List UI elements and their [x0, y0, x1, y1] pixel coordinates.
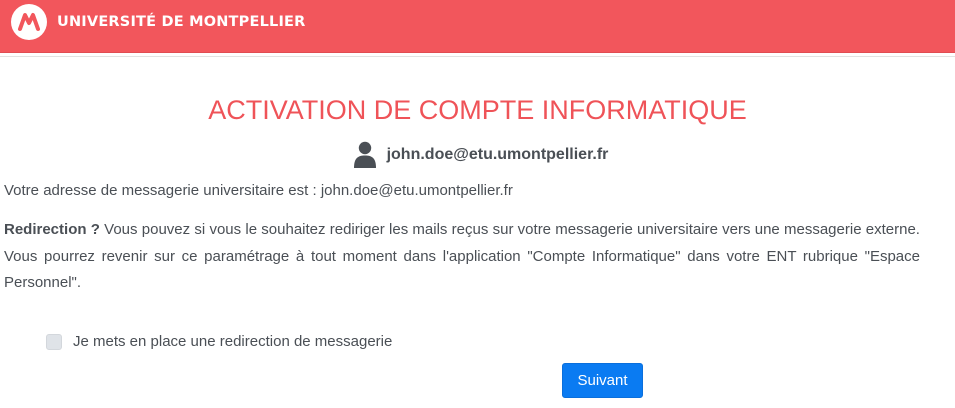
site-header: UNIVERSITÉ DE MONTPELLIER	[0, 0, 955, 53]
redirection-text: Vous pouvez si vous le souhaitez redirig…	[4, 221, 920, 291]
user-identity: john.doe@etu.umontpellier.fr	[0, 141, 955, 168]
redirection-description: Redirection ? Vous pouvez si vous le sou…	[4, 217, 920, 297]
redirection-checkbox-label[interactable]: Je mets en place une redirection de mess…	[73, 332, 392, 352]
redirection-lead: Redirection ?	[4, 221, 100, 238]
university-logo[interactable]: UNIVERSITÉ DE MONTPELLIER	[11, 4, 306, 40]
header-divider	[0, 56, 955, 57]
user-email: john.doe@etu.umontpellier.fr	[386, 145, 609, 163]
mail-address-info: Votre adresse de messagerie universitair…	[4, 182, 513, 199]
page-title: ACTIVATION DE COMPTE INFORMATIQUE	[208, 95, 747, 125]
next-button[interactable]: Suivant	[562, 363, 643, 398]
university-logo-icon	[11, 4, 47, 40]
university-name: UNIVERSITÉ DE MONTPELLIER	[57, 14, 306, 30]
redirection-option[interactable]: Je mets en place une redirection de mess…	[46, 332, 392, 352]
user-icon	[353, 141, 377, 168]
redirection-checkbox[interactable]	[46, 334, 62, 350]
